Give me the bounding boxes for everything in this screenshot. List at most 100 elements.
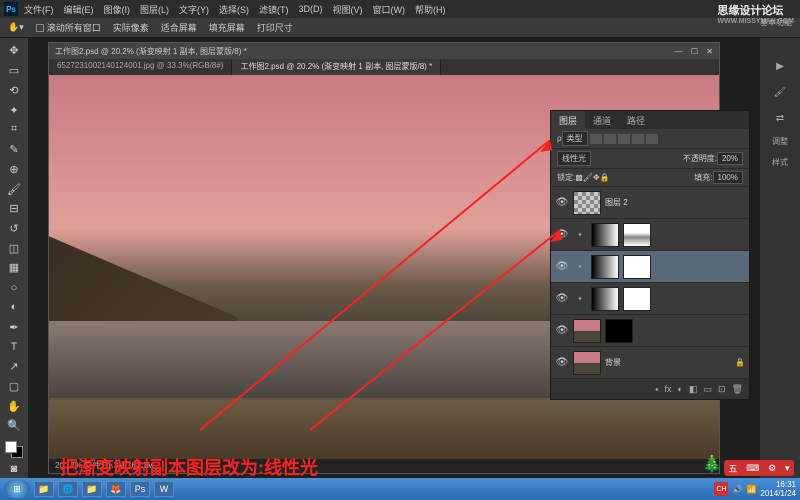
layer-row[interactable]: 👁 ⬩ [551, 283, 749, 315]
link-icon[interactable]: ⬩ [573, 261, 587, 272]
menu-view[interactable]: 视图(V) [333, 3, 363, 16]
adjustment-icon[interactable]: ◧ [689, 384, 698, 395]
brush-tool-icon[interactable]: 🖌 [4, 180, 24, 198]
mask-thumb[interactable] [623, 287, 651, 311]
history-panel-icon[interactable]: ▶ [770, 58, 790, 74]
fill-screen-button[interactable]: 填充屏幕 [209, 21, 245, 34]
layer-name[interactable]: 图层 2 [605, 197, 628, 208]
mask-thumb[interactable] [605, 319, 633, 343]
marquee-tool-icon[interactable]: ▭ [4, 62, 24, 80]
menu-select[interactable]: 选择(S) [219, 3, 249, 16]
filter-pixel-icon[interactable] [590, 134, 602, 144]
crop-tool-icon[interactable]: ⌗ [4, 121, 24, 139]
lock-trans-icon[interactable]: ▩ [575, 173, 583, 182]
task-ie[interactable]: 🌐 [58, 481, 78, 497]
menu-help[interactable]: 帮助(H) [415, 3, 446, 16]
eraser-tool-icon[interactable]: ◫ [4, 239, 24, 257]
filter-type-dropdown[interactable]: 类型 [562, 131, 588, 146]
tray-volume-icon[interactable]: 🔊 [732, 485, 742, 494]
ime-ch-icon[interactable]: CH [714, 482, 728, 496]
scroll-all-checkbox[interactable]: 滚动所有窗口 [36, 21, 101, 34]
layer-thumb[interactable] [573, 319, 601, 343]
task-explorer[interactable]: 📁 [34, 481, 54, 497]
menu-filter[interactable]: 滤镜(T) [259, 3, 289, 16]
layer-thumb[interactable] [573, 351, 601, 375]
gradient-tool-icon[interactable]: ▦ [4, 259, 24, 277]
ime-widget[interactable]: 五⌨⚙▾ [724, 460, 794, 476]
menu-edit[interactable]: 编辑(E) [64, 3, 94, 16]
history-brush-icon[interactable]: ↺ [4, 220, 24, 238]
blur-tool-icon[interactable]: ○ [4, 279, 24, 297]
filter-type-icon[interactable] [618, 134, 630, 144]
lasso-tool-icon[interactable]: ⟲ [4, 81, 24, 99]
layer-row[interactable]: 👁 背景 🔒 [551, 347, 749, 379]
hand-tool-icon[interactable]: ✋ [4, 397, 24, 415]
type-tool-icon[interactable]: T [4, 338, 24, 356]
tab-paths[interactable]: 路径 [619, 111, 653, 129]
task-folder[interactable]: 📁 [82, 481, 102, 497]
fill-input[interactable]: 100% [713, 171, 743, 184]
maximize-icon[interactable]: ☐ [691, 47, 698, 56]
layer-thumb[interactable] [573, 191, 601, 215]
stamp-tool-icon[interactable]: ⊟ [4, 200, 24, 218]
tab-layers[interactable]: 图层 [551, 111, 585, 129]
minimize-icon[interactable]: — [675, 47, 683, 56]
layer-row[interactable]: 👁 ⬩ [551, 251, 749, 283]
link-icon[interactable]: ⬩ [573, 293, 587, 304]
layer-thumb[interactable] [591, 255, 619, 279]
actual-pixels-button[interactable]: 实际像素 [113, 21, 149, 34]
doc-tab-1[interactable]: 6527231002140124001.jpg @ 33.3%(RGB/8#) [49, 59, 232, 75]
dodge-tool-icon[interactable]: ◐ [4, 299, 24, 317]
layer-row[interactable]: 👁 [551, 315, 749, 347]
delete-icon[interactable]: 🗑 [732, 384, 743, 395]
fx-icon[interactable]: fx [665, 384, 672, 394]
menu-file[interactable]: 文件(F) [24, 3, 54, 16]
lock-paint-icon[interactable]: 🖌 [583, 173, 593, 182]
pen-tool-icon[interactable]: ✒ [4, 318, 24, 336]
color-swatch[interactable] [5, 441, 23, 459]
mask-thumb[interactable] [623, 223, 651, 247]
layer-thumb[interactable] [591, 287, 619, 311]
tray-network-icon[interactable]: 📶 [746, 485, 756, 494]
task-word[interactable]: W [154, 481, 174, 497]
shape-tool-icon[interactable]: ▢ [4, 377, 24, 395]
menu-3d[interactable]: 3D(D) [299, 4, 323, 14]
filter-smart-icon[interactable] [646, 134, 658, 144]
menu-window[interactable]: 窗口(W) [373, 3, 406, 16]
layer-thumb[interactable] [591, 223, 619, 247]
filter-shape-icon[interactable] [632, 134, 644, 144]
styles-label[interactable]: 样式 [772, 157, 788, 168]
link-layers-icon[interactable]: ⬩ [655, 384, 658, 395]
task-firefox[interactable]: 🦊 [106, 481, 126, 497]
mask-icon[interactable]: ◐ [678, 384, 683, 394]
quickmask-icon[interactable]: ◙ [4, 460, 24, 478]
mask-thumb[interactable] [623, 255, 651, 279]
group-icon[interactable]: ▭ [704, 384, 713, 395]
move-tool-icon[interactable]: ✥ [4, 42, 24, 60]
path-tool-icon[interactable]: ↗ [4, 358, 24, 376]
print-size-button[interactable]: 打印尺寸 [257, 21, 293, 34]
lock-pos-icon[interactable]: ✥ [593, 173, 600, 182]
link-icon[interactable]: ⬩ [573, 229, 587, 240]
opacity-input[interactable]: 20% [717, 152, 743, 165]
tab-channels[interactable]: 通道 [585, 111, 619, 129]
hand-tool-preset[interactable]: ✋▾ [8, 22, 24, 33]
start-button[interactable]: ⊞ [4, 480, 30, 498]
blend-mode-dropdown[interactable]: 线性光 [557, 151, 591, 166]
layer-row[interactable]: 👁 图层 2 [551, 187, 749, 219]
task-photoshop[interactable]: Ps [130, 481, 150, 497]
brush-panel-icon[interactable]: 🖌 [770, 84, 790, 100]
filter-adjust-icon[interactable] [604, 134, 616, 144]
clock[interactable]: 16:31 2014/1/24 [760, 480, 796, 498]
menu-image[interactable]: 图像(I) [104, 3, 131, 16]
adjust-panel-icon[interactable]: ⇄ [770, 110, 790, 126]
eyedropper-tool-icon[interactable]: ✎ [4, 141, 24, 159]
layer-name[interactable]: 背景 [605, 357, 621, 368]
layer-row[interactable]: 👁 ⬩ [551, 219, 749, 251]
document-titlebar[interactable]: 工作图2.psd @ 20.2% (渐变映射 1 副本, 图层蒙版/8) * —… [49, 43, 719, 59]
wand-tool-icon[interactable]: ✦ [4, 101, 24, 119]
close-icon[interactable]: ✕ [706, 47, 713, 56]
lock-all-icon[interactable]: 🔒 [600, 173, 610, 182]
adjust-label[interactable]: 调整 [772, 136, 788, 147]
fit-screen-button[interactable]: 适合屏幕 [161, 21, 197, 34]
